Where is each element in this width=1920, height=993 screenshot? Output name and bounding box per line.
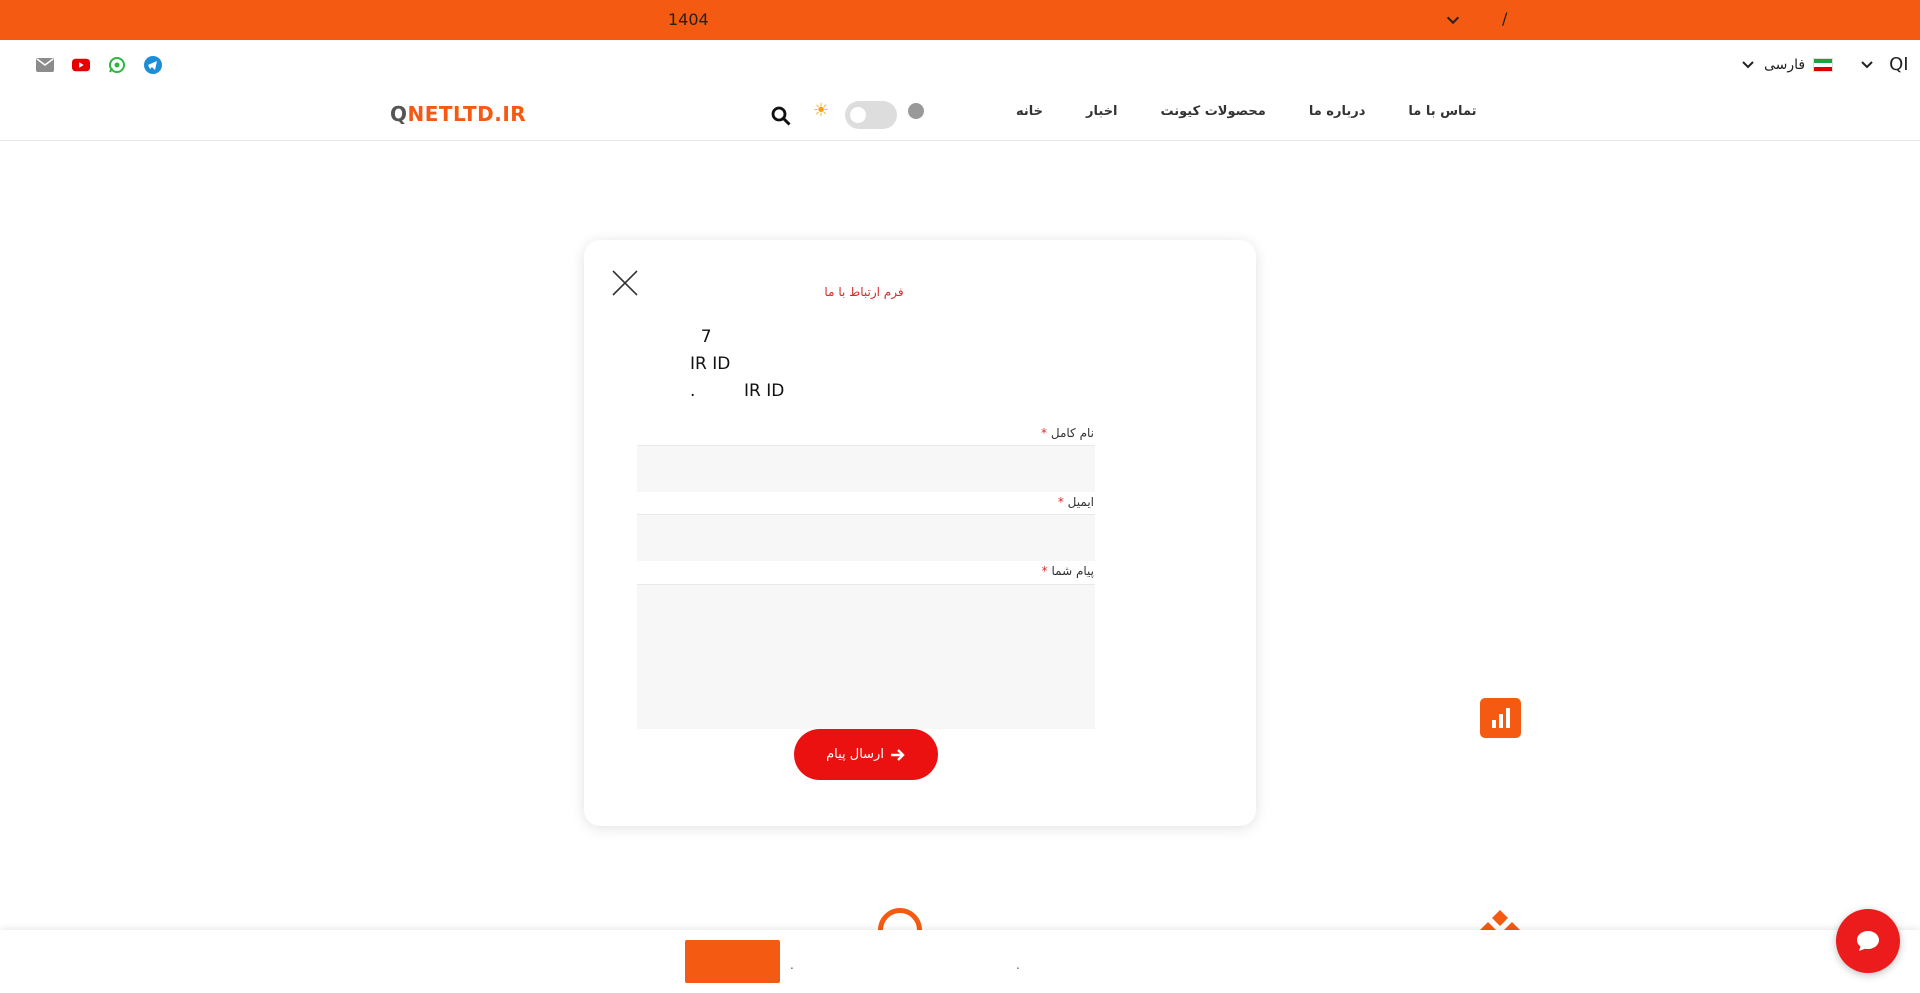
stats-icon[interactable] <box>1480 698 1521 738</box>
info-line: . IR ID <box>690 381 785 401</box>
chevron-down-icon <box>1742 60 1754 68</box>
message-textarea[interactable] <box>637 584 1095 729</box>
bottom-dot: . <box>790 958 794 972</box>
nav-item-contact[interactable]: تماس با ما <box>1408 104 1476 119</box>
chat-button[interactable] <box>1836 909 1900 973</box>
top-announcement-bar: 1404 / <box>0 0 1920 40</box>
main-navbar: QNETLTD.IR ☀ خانه اخبار محصولات کیونت در… <box>0 90 1920 141</box>
date-separator: / <box>1502 9 1508 28</box>
email-icon[interactable] <box>36 56 54 74</box>
year-text: 1404 <box>668 10 709 29</box>
iran-flag-icon <box>1813 57 1834 72</box>
account-label[interactable]: QI <box>1889 54 1908 75</box>
youtube-icon[interactable] <box>72 56 90 74</box>
bottom-dot: . <box>1016 958 1020 972</box>
telegram-icon[interactable] <box>144 56 162 74</box>
theme-toggle[interactable] <box>845 101 897 129</box>
arrow-right-icon <box>890 748 905 761</box>
chevron-down-icon[interactable] <box>1859 57 1875 73</box>
nav-item-products[interactable]: محصولات کیونت <box>1161 104 1266 119</box>
modal-info: 7 IR ID . IR ID <box>690 324 784 405</box>
name-field-label: * نام کامل <box>1041 426 1094 440</box>
nav-menu: خانه اخبار محصولات کیونت درباره ما تماس … <box>1016 104 1477 119</box>
bottom-bar: . . <box>0 930 1920 993</box>
whatsapp-icon[interactable] <box>108 56 126 74</box>
contact-modal: فرم ارتباط با ما 7 IR ID . IR ID * نام ک… <box>584 240 1256 826</box>
language-selector[interactable]: فارسی QI <box>1740 54 1909 75</box>
nav-item-about[interactable]: درباره ما <box>1309 104 1366 119</box>
moon-icon <box>908 103 924 119</box>
sun-icon: ☀ <box>813 100 830 121</box>
message-field-label: * پیام شما <box>1041 564 1094 578</box>
site-logo[interactable]: QNETLTD.IR <box>390 102 526 126</box>
bottom-action-button[interactable] <box>685 940 780 983</box>
search-icon[interactable] <box>770 105 792 127</box>
info-line: IR ID <box>690 354 731 374</box>
email-input[interactable] <box>637 514 1095 561</box>
language-label: فارسی <box>1764 56 1806 73</box>
nav-item-home[interactable]: خانه <box>1016 104 1043 119</box>
name-input[interactable] <box>637 445 1095 492</box>
chat-bubble-icon <box>1857 931 1879 951</box>
info-line: 7 <box>690 327 712 347</box>
chevron-down-icon[interactable] <box>1444 11 1462 29</box>
submit-label: ارسال پیام <box>826 747 884 762</box>
nav-item-news[interactable]: اخبار <box>1086 104 1118 119</box>
submit-button[interactable]: ارسال پیام <box>794 729 938 780</box>
email-field-label: * ایمیل <box>1057 495 1094 509</box>
modal-title: فرم ارتباط با ما <box>824 285 904 299</box>
social-links <box>36 56 162 74</box>
